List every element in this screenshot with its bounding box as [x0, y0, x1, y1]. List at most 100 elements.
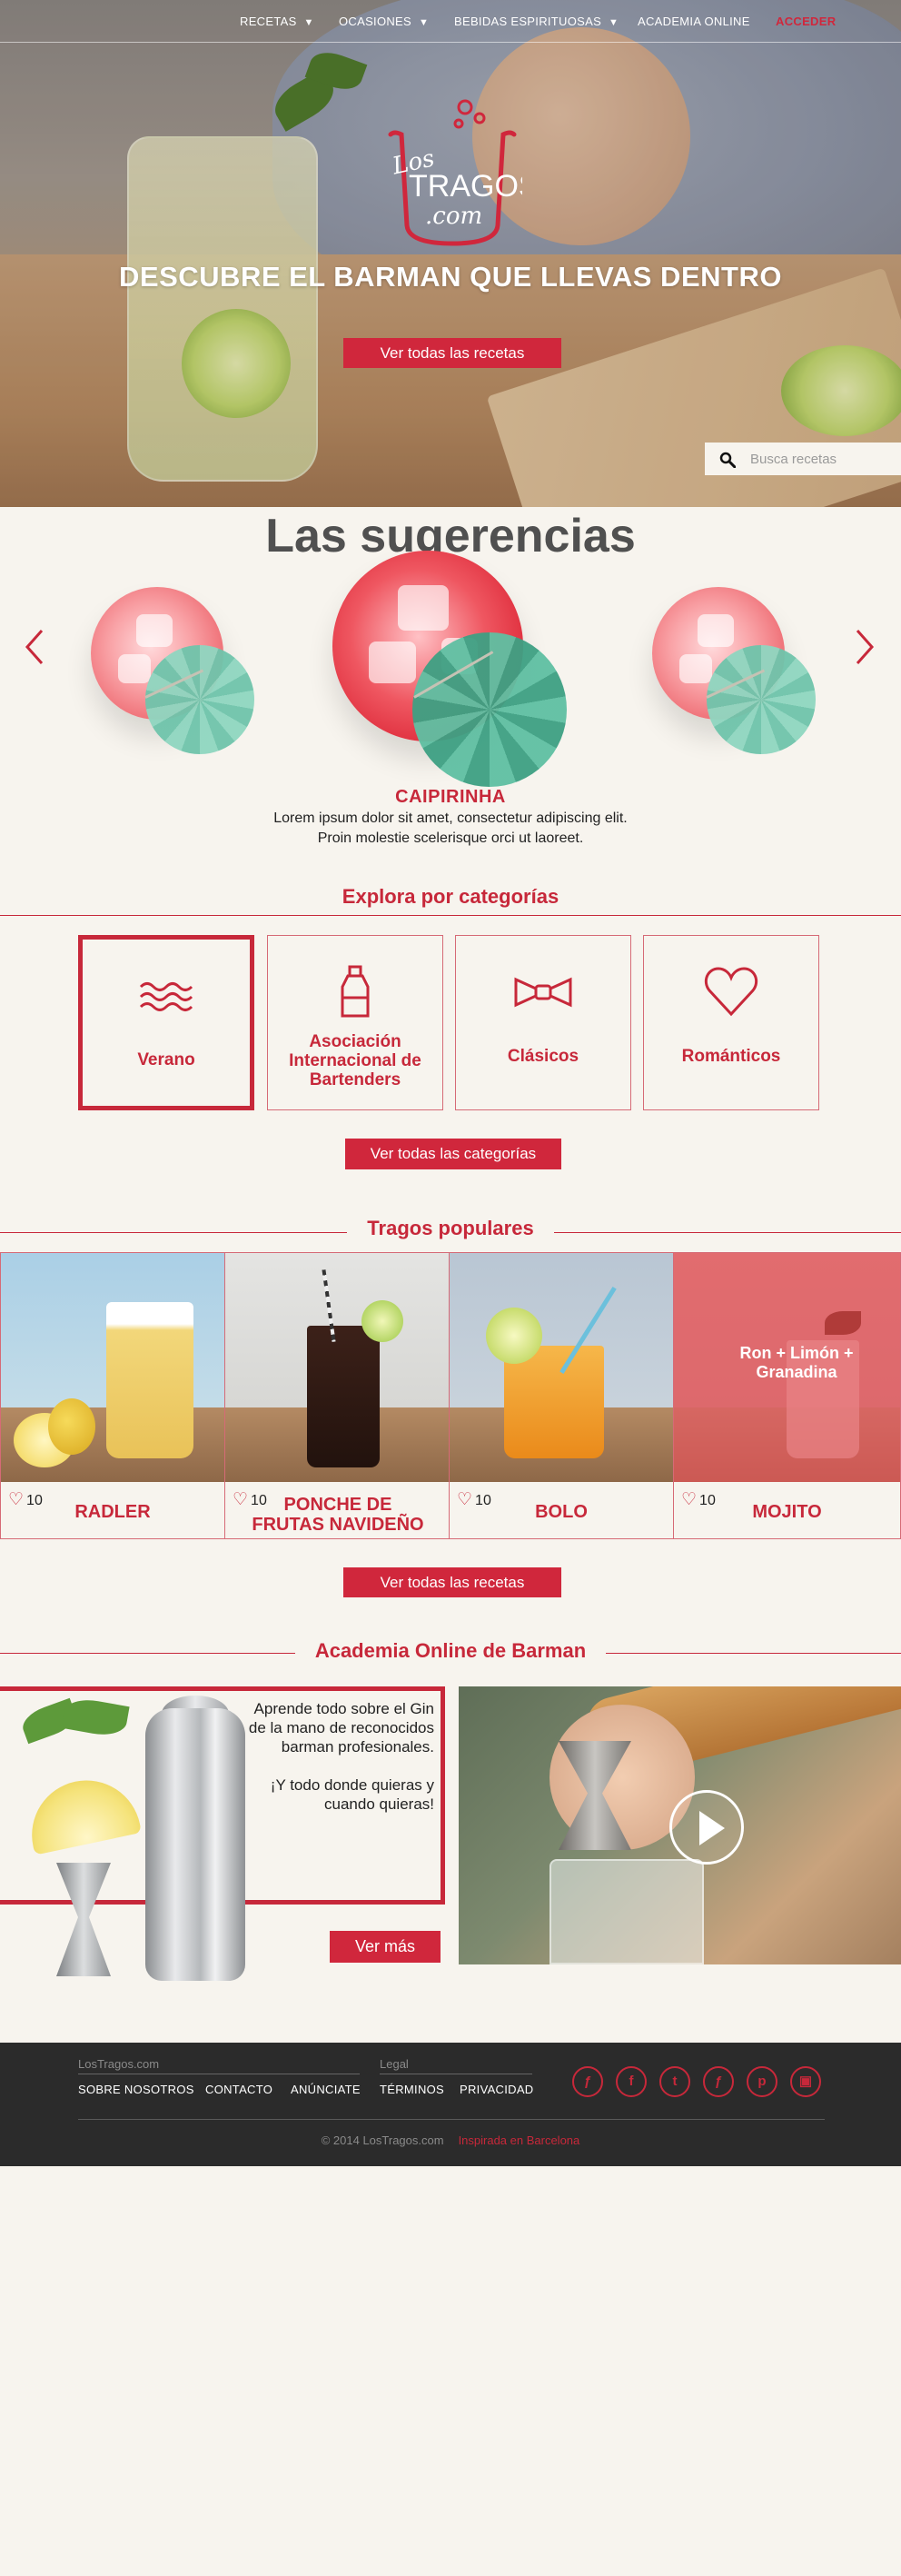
login-link[interactable]: ACCEDER	[776, 15, 836, 31]
drink-ice	[369, 642, 416, 683]
drink-name: RADLER	[74, 1502, 151, 1522]
search-icon[interactable]	[719, 452, 736, 468]
mojito-image: Ron + Limón + Granadina	[674, 1253, 900, 1482]
all-categories-button[interactable]: Ver todas las categorías	[345, 1139, 561, 1169]
drink-ice	[679, 654, 712, 683]
facebook-icon[interactable]: f	[616, 2066, 647, 2097]
category-card-verano[interactable]: Verano	[78, 935, 254, 1110]
popular-all-recipes-button[interactable]: Ver todas las recetas	[343, 1567, 561, 1597]
instagram-icon[interactable]: ▣	[790, 2066, 821, 2097]
logo-pot-icon: Los TRAGOS .com	[388, 99, 540, 246]
drink-ice	[118, 654, 151, 683]
chevron-left-icon[interactable]	[22, 627, 49, 667]
footer-group-title: LosTragos.com	[78, 2057, 160, 2071]
popular-title-text: Tragos populares	[347, 1217, 554, 1239]
lime-slice-image	[486, 1308, 542, 1364]
drink-ice	[398, 585, 449, 631]
cocktail-shaker-image	[145, 1708, 245, 1981]
lime-slice-image	[361, 1300, 403, 1342]
footer-link-anunciate[interactable]: ANÚNCIATE	[291, 2083, 361, 2096]
popular-card-radler[interactable]: ♡ 10 RADLER	[0, 1252, 225, 1539]
cocktail-umbrella-icon	[145, 645, 254, 754]
academy-description: Aprende todo sobre el Gin de la mano de …	[245, 1699, 434, 1814]
lemon-image	[48, 1398, 95, 1455]
waves-icon	[139, 982, 193, 1011]
category-label: Románticos	[681, 1047, 781, 1066]
foursquare-alt-icon[interactable]: ƒ	[703, 2066, 734, 2097]
nav-label: ACADEMIA ONLINE	[638, 15, 750, 28]
cocktail-umbrella-icon	[412, 632, 567, 787]
heart-icon	[704, 967, 758, 1017]
footer-link-privacidad[interactable]: PRIVACIDAD	[460, 2083, 534, 2096]
heart-outline-icon: ♡	[233, 1490, 249, 1509]
academy-video-player[interactable]	[459, 1686, 901, 1964]
site-logo[interactable]: Los TRAGOS .com	[381, 98, 540, 248]
categories-title-text: Explora por categorías	[322, 885, 579, 908]
footer-divider	[78, 2119, 825, 2120]
foursquare-icon[interactable]: ƒ	[572, 2066, 603, 2097]
site-footer: LosTragos.com SOBRE NOSOTROS CONTACTO AN…	[0, 2043, 901, 2166]
nav-bebidas-espirituosas[interactable]: BEBIDAS ESPIRITUOSAS ▼	[454, 15, 619, 31]
featured-drink-name[interactable]: CAIPIRINHA	[0, 787, 901, 808]
categories-title: Explora por categorías	[0, 885, 901, 909]
chevron-right-icon[interactable]	[850, 627, 877, 667]
jigger-image	[56, 1863, 111, 1976]
copyright-text: © 2014 LosTragos.com	[321, 2133, 444, 2147]
footer-link-contacto[interactable]: CONTACTO	[205, 2083, 272, 2096]
cola-glass-image	[307, 1326, 380, 1467]
hero-overlay	[0, 0, 901, 507]
category-card-romanticos[interactable]: Románticos	[643, 935, 819, 1110]
nav-label: BEBIDAS ESPIRITUOSAS	[454, 15, 602, 28]
video-glass-image	[550, 1859, 704, 1964]
nav-label: OCASIONES	[339, 15, 411, 28]
svg-text:TRAGOS: TRAGOS	[409, 169, 522, 204]
academy-more-button[interactable]: Ver más	[330, 1931, 441, 1963]
hero-banner	[0, 0, 901, 507]
pinterest-icon[interactable]: p	[747, 2066, 777, 2097]
drink-name: MOJITO	[752, 1502, 822, 1522]
academy-title: Academia Online de Barman	[0, 1639, 901, 1663]
hero-all-recipes-button[interactable]: Ver todas las recetas	[343, 338, 561, 368]
carousel-item-next[interactable]	[652, 587, 834, 769]
footer-group-title: Legal	[380, 2057, 409, 2071]
nav-recetas[interactable]: RECETAS ▼	[240, 15, 314, 31]
carousel-item-featured[interactable]	[332, 551, 578, 796]
search-box	[705, 443, 901, 475]
top-navigation: RECETAS ▼ OCASIONES ▼ BEBIDAS ESPIRITUOSAS…	[0, 0, 901, 44]
play-icon[interactable]	[669, 1790, 744, 1865]
section-divider	[0, 915, 901, 916]
footer-link-terminos[interactable]: TÉRMINOS	[380, 2083, 444, 2096]
carousel-item-prev[interactable]	[91, 587, 272, 769]
nav-academia-online[interactable]: ACADEMIA ONLINE	[638, 15, 750, 31]
ingredients-overlay-text: Ron + Limón + Granadina	[739, 1344, 854, 1381]
radler-image	[1, 1253, 224, 1482]
twitter-icon[interactable]: t	[659, 2066, 690, 2097]
chevron-down-icon: ▼	[419, 17, 430, 28]
academy-title-text: Academia Online de Barman	[294, 1639, 607, 1662]
popular-card-mojito[interactable]: Ron + Limón + Granadina ♡ 10 MOJITO	[673, 1252, 901, 1539]
ponche-image	[225, 1253, 449, 1482]
popular-card-bolo[interactable]: ♡ 10 BOLO	[449, 1252, 674, 1539]
footer-link-sobre-nosotros[interactable]: SOBRE NOSOTROS	[78, 2083, 194, 2096]
category-label: Verano	[137, 1050, 195, 1069]
category-card-asociacion[interactable]: Asociación Internacional de Bartenders	[267, 935, 443, 1110]
nav-divider	[0, 42, 901, 43]
category-label: Clásicos	[507, 1047, 579, 1066]
drink-ice	[136, 614, 173, 647]
academy-text-2: ¡Y todo donde quieras y cuando quieras!	[270, 1776, 434, 1813]
cocktail-umbrella-icon	[707, 645, 816, 754]
category-label: Asociación Internacional de Bartenders	[289, 1032, 421, 1089]
svg-text:.com: .com	[425, 203, 482, 230]
hero-title: DESCUBRE EL BARMAN QUE LLEVAS DENTRO	[119, 261, 782, 293]
featured-drink-description: Lorem ipsum dolor sit amet, consectetur …	[273, 811, 628, 846]
popular-card-ponche[interactable]: ♡ 10 PONCHE DE FRUTAS NAVIDEÑO	[224, 1252, 450, 1539]
suggestions-carousel	[0, 545, 901, 818]
academy-text-1: Aprende todo sobre el Gin de la mano de …	[248, 1700, 434, 1755]
nav-ocasiones[interactable]: OCASIONES ▼	[339, 15, 429, 31]
popular-title: Tragos populares	[0, 1217, 901, 1240]
beer-glass-image	[106, 1302, 193, 1458]
search-input[interactable]	[750, 448, 896, 470]
category-card-clasicos[interactable]: Clásicos	[455, 935, 631, 1110]
bolo-image	[450, 1253, 673, 1482]
chevron-down-icon: ▼	[609, 17, 619, 28]
